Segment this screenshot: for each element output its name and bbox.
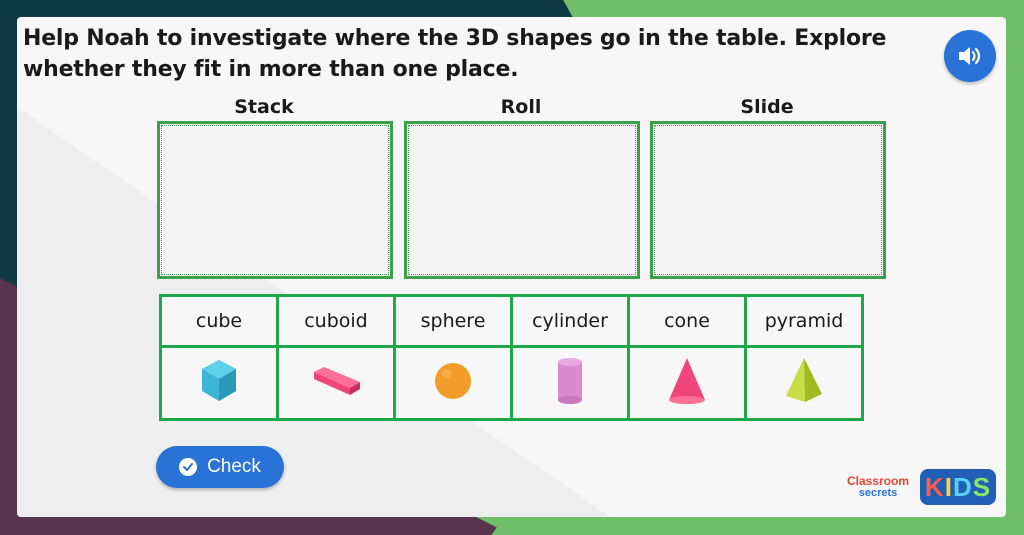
shape-name-cone: cone <box>627 294 747 348</box>
column-label-roll: Roll <box>500 96 542 118</box>
drop-zone-stack[interactable] <box>157 121 393 279</box>
shape-name-sphere: sphere <box>393 294 513 348</box>
column-label-stack: Stack <box>234 96 294 118</box>
question-text: Help Noah to investigate where the 3D sh… <box>23 26 887 82</box>
cone-icon[interactable] <box>666 356 708 406</box>
shape-cell-pyramid <box>744 345 864 421</box>
shape-cell-cuboid <box>276 345 396 421</box>
sphere-icon[interactable] <box>433 361 473 401</box>
check-button[interactable]: Check <box>156 446 284 488</box>
check-circle-icon <box>179 458 198 476</box>
shape-cell-cone <box>627 345 747 421</box>
check-button-label: Check <box>207 456 261 477</box>
shape-cell-sphere <box>393 345 513 421</box>
shape-name-cylinder: cylinder <box>510 294 630 348</box>
kids-letter-d: D <box>952 471 973 502</box>
speaker-icon <box>959 47 981 65</box>
shape-name-cuboid: cuboid <box>276 294 396 348</box>
shape-pictures-row <box>159 345 864 421</box>
cylinder-icon[interactable] <box>555 356 585 406</box>
cube-icon[interactable] <box>199 358 239 404</box>
shape-names-row: cube cuboid sphere cylinder cone pyramid <box>159 294 864 348</box>
activity-card: Help Noah to investigate where the 3D sh… <box>17 17 1006 517</box>
shape-cell-cube <box>159 345 279 421</box>
kids-letter-k: K <box>924 471 945 502</box>
kids-letter-i: I <box>944 471 953 502</box>
kids-logo: K I D S <box>920 469 996 505</box>
kids-letter-s: S <box>972 471 992 502</box>
cuboid-icon[interactable] <box>310 364 362 398</box>
drop-zone-slide[interactable] <box>650 121 886 279</box>
shape-cell-cylinder <box>510 345 630 421</box>
drop-zone-roll[interactable] <box>404 121 640 279</box>
shapes-table: cube cuboid sphere cylinder cone pyramid <box>159 294 864 421</box>
classroom-secrets-logo: Classroom secrets <box>841 475 915 501</box>
pyramid-icon[interactable] <box>783 356 825 406</box>
audio-button[interactable] <box>944 30 996 82</box>
shape-name-cube: cube <box>159 294 279 348</box>
logo-line-classroom: Classroom <box>846 474 910 488</box>
logo-line-secrets: secrets <box>858 487 898 499</box>
shape-name-pyramid: pyramid <box>744 294 864 348</box>
column-label-slide: Slide <box>740 96 794 118</box>
